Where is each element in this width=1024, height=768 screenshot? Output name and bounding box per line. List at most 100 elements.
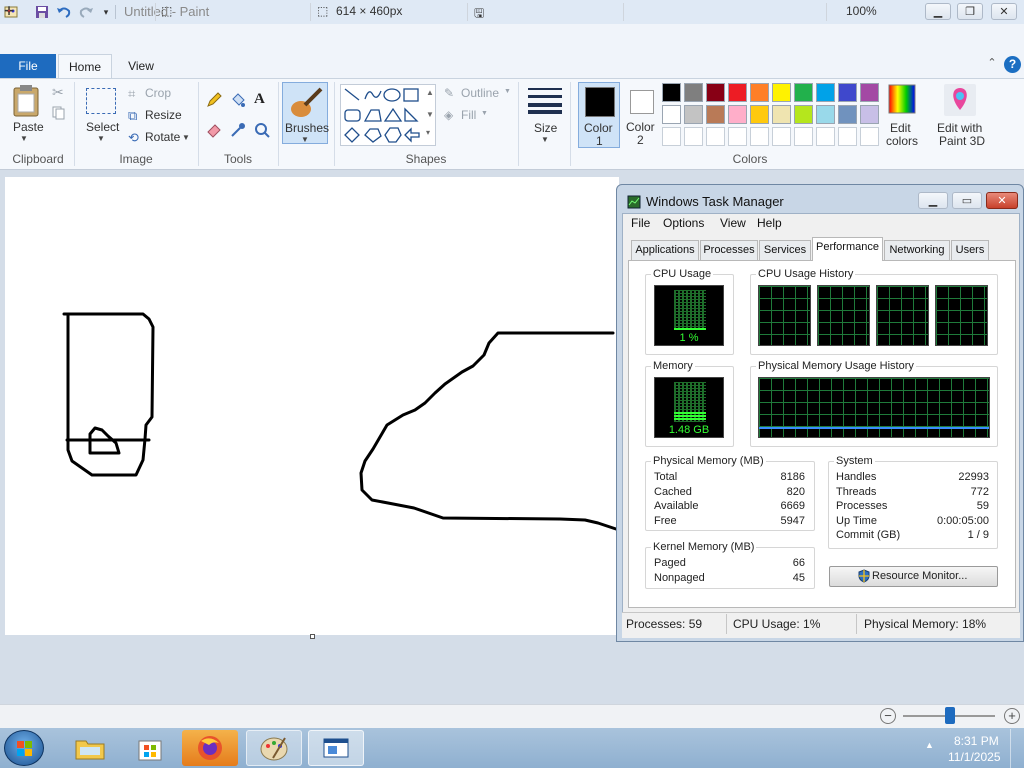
tm-close-button[interactable]: ✕ <box>986 192 1018 209</box>
tm-maximize-button[interactable]: ▭ <box>952 192 982 209</box>
custom-color-slot[interactable] <box>662 127 681 146</box>
palette-swatch[interactable] <box>750 83 769 102</box>
custom-color-slot[interactable] <box>838 127 857 146</box>
tm-tab-performance[interactable]: Performance <box>812 237 883 261</box>
rotate-button[interactable]: Rotate <box>145 130 180 144</box>
magnifier-icon[interactable] <box>254 122 270 141</box>
custom-color-slot[interactable] <box>750 127 769 146</box>
paint3d-label[interactable]: Edit with <box>937 121 982 135</box>
canvas-resize-handle[interactable] <box>310 634 315 639</box>
select-label[interactable]: Select <box>86 120 119 134</box>
start-button[interactable] <box>4 730 44 766</box>
palette-swatch[interactable] <box>772 105 791 124</box>
palette-swatch[interactable] <box>750 105 769 124</box>
palette-swatch[interactable] <box>684 105 703 124</box>
minimize-button[interactable]: ▁ <box>925 3 951 20</box>
text-tool-icon[interactable]: A <box>254 91 265 108</box>
paint3d-label-2[interactable]: Paint 3D <box>939 134 985 148</box>
zoom-slider-thumb[interactable] <box>945 707 955 724</box>
undo-icon[interactable] <box>56 4 72 20</box>
rotate-dropdown-icon[interactable]: ▼ <box>182 133 190 142</box>
palette-swatch[interactable] <box>706 83 725 102</box>
select-dropdown-icon[interactable]: ▼ <box>97 134 105 143</box>
paste-button[interactable] <box>12 84 42 121</box>
restore-button[interactable]: ❐ <box>957 3 983 20</box>
fill-dropdown-icon[interactable]: ▼ <box>481 110 488 117</box>
eraser-icon[interactable] <box>206 122 222 141</box>
color1-button[interactable]: Color 1 <box>578 82 620 148</box>
show-desktop-button[interactable] <box>1010 729 1024 768</box>
palette-swatch[interactable] <box>838 105 857 124</box>
close-button[interactable]: ✕ <box>991 3 1017 20</box>
palette-swatch[interactable] <box>860 105 879 124</box>
tm-menu-view[interactable]: View <box>720 216 746 230</box>
zoom-out-button[interactable]: − <box>880 708 896 724</box>
save-icon[interactable] <box>34 4 50 20</box>
collapse-ribbon-icon[interactable]: ⌃ <box>985 56 999 70</box>
palette-swatch[interactable] <box>860 83 879 102</box>
tm-tab-processes[interactable]: Processes <box>700 240 758 260</box>
tm-menu-help[interactable]: Help <box>757 216 782 230</box>
tab-file[interactable]: File <box>0 54 56 78</box>
tm-menu-options[interactable]: Options <box>663 216 704 230</box>
palette-swatch[interactable] <box>728 105 747 124</box>
taskbar-task-manager[interactable] <box>308 730 364 766</box>
palette-swatch[interactable] <box>662 83 681 102</box>
shapes-expand-icon[interactable]: ▾ <box>426 128 430 137</box>
palette-swatch[interactable] <box>706 105 725 124</box>
custom-color-slot[interactable] <box>794 127 813 146</box>
fill-bucket-icon[interactable] <box>230 92 246 111</box>
size-dropdown-icon[interactable]: ▼ <box>541 135 549 144</box>
color-picker-icon[interactable] <box>230 122 246 141</box>
tm-tab-applications[interactable]: Applications <box>631 240 699 260</box>
drawing-canvas[interactable] <box>5 177 619 635</box>
pencil-icon[interactable] <box>206 92 222 111</box>
zoom-in-button[interactable]: + <box>1004 708 1020 724</box>
custom-color-slot[interactable] <box>816 127 835 146</box>
tm-minimize-button[interactable]: ▁ <box>918 192 948 209</box>
select-icon[interactable] <box>86 88 116 114</box>
help-icon[interactable]: ? <box>1004 56 1021 73</box>
shapes-scroll-up-icon[interactable]: ▲ <box>426 88 434 97</box>
palette-swatch[interactable] <box>794 83 813 102</box>
outline-dropdown-icon[interactable]: ▼ <box>504 88 511 95</box>
paint3d-icon[interactable] <box>944 84 976 119</box>
palette-swatch[interactable] <box>816 83 835 102</box>
custom-color-slot[interactable] <box>772 127 791 146</box>
customize-quick-access-icon[interactable]: ▾ <box>98 4 114 20</box>
color2-button[interactable]: Color 2 <box>622 82 662 148</box>
size-label[interactable]: Size <box>534 121 557 135</box>
tm-tab-networking[interactable]: Networking <box>884 240 950 260</box>
custom-color-slot[interactable] <box>706 127 725 146</box>
custom-color-slot[interactable] <box>860 127 879 146</box>
tab-home[interactable]: Home <box>58 54 112 78</box>
palette-swatch[interactable] <box>662 105 681 124</box>
palette-swatch[interactable] <box>838 83 857 102</box>
custom-color-slot[interactable] <box>728 127 747 146</box>
tm-tab-users[interactable]: Users <box>951 240 989 260</box>
tm-menu-file[interactable]: File <box>631 216 650 230</box>
brushes-button[interactable]: Brushes ▼ <box>282 82 329 144</box>
redo-icon[interactable] <box>78 4 94 20</box>
taskbar-explorer[interactable] <box>62 730 118 766</box>
palette-swatch[interactable] <box>772 83 791 102</box>
taskbar-paint[interactable] <box>246 730 302 766</box>
fill-button[interactable]: Fill <box>461 108 476 122</box>
shapes-gallery[interactable] <box>340 84 436 146</box>
palette-swatch[interactable] <box>816 105 835 124</box>
paste-dropdown-icon[interactable]: ▼ <box>20 134 28 143</box>
outline-button[interactable]: Outline <box>461 86 499 100</box>
palette-swatch[interactable] <box>794 105 813 124</box>
clock-time[interactable]: 8:31 PM <box>954 734 999 748</box>
palette-swatch[interactable] <box>684 83 703 102</box>
cut-icon[interactable]: ✂ <box>52 84 64 101</box>
resize-button[interactable]: Resize <box>145 108 182 122</box>
edit-colors-label[interactable]: Edit <box>890 121 911 135</box>
edit-colors-icon[interactable] <box>888 84 916 117</box>
clock-date[interactable]: 11/1/2025 <box>948 750 1001 764</box>
size-icon[interactable] <box>528 86 562 117</box>
taskbar-firefox[interactable] <box>182 730 238 766</box>
custom-color-slot[interactable] <box>684 127 703 146</box>
shapes-scroll-down-icon[interactable]: ▼ <box>426 110 434 119</box>
copy-icon[interactable] <box>52 106 66 123</box>
